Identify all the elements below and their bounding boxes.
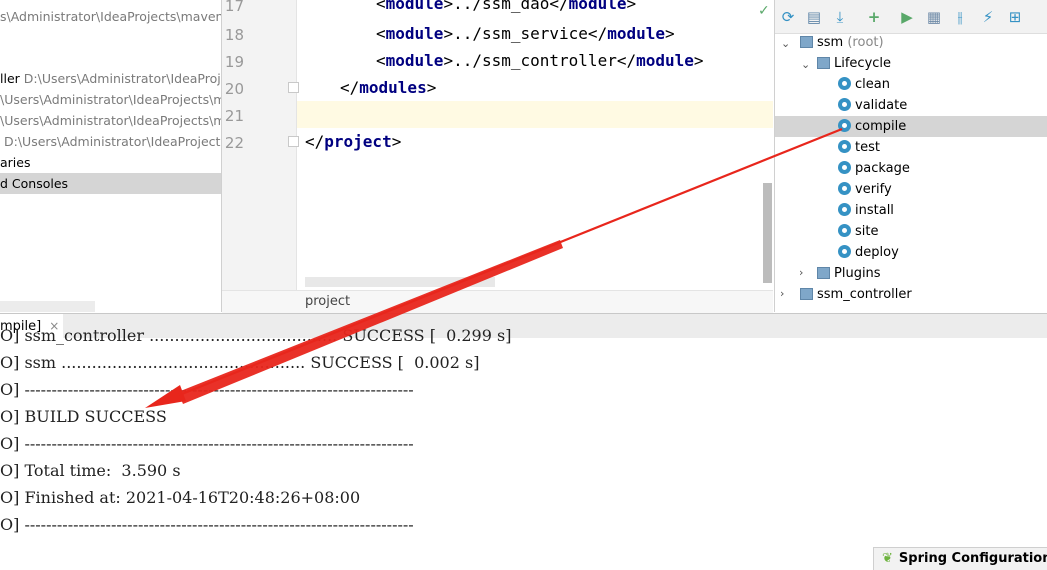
console-line: O] ssm .................................… (0, 353, 480, 372)
maven-tool-window: ⟳ ▤ ⤓ + ▶ ▦ ⫲ ⚡ ⊞ ⌄ ssm (root) ⌄ Lifecyc… (774, 0, 1047, 312)
console-line: O] -------------------------------------… (0, 515, 414, 534)
lifecycle-phase-compile[interactable]: compile (838, 116, 906, 137)
maven-module-icon (800, 288, 813, 300)
fold-marker-icon[interactable] (288, 136, 299, 147)
lifecycle-phase-site[interactable]: site (838, 221, 878, 242)
line-number: 22 (224, 134, 244, 152)
gear-icon (838, 245, 851, 258)
gear-icon (838, 161, 851, 174)
console-line: O] ssm_controller ......................… (0, 326, 512, 345)
code-line: <module>../ssm_dao</module> (376, 0, 637, 13)
project-tree-item-consoles[interactable]: d Consoles (0, 173, 221, 194)
project-pane-tab-strip (0, 301, 95, 312)
breadcrumb-item[interactable]: project (305, 294, 350, 309)
chevron-down-icon[interactable]: ⌄ (781, 37, 790, 50)
console-line: O] Total time: 3.590 s (0, 461, 181, 480)
run-icon[interactable]: ▶ (898, 8, 916, 26)
maven-module-node[interactable]: ssm_controller (800, 284, 912, 305)
gear-icon (838, 182, 851, 195)
dependencies-icon[interactable]: ⊞ (1006, 8, 1024, 26)
project-tree-item-libraries[interactable]: aries (0, 152, 30, 173)
generate-sources-icon[interactable]: ▤ (805, 8, 823, 26)
lifecycle-phase-package[interactable]: package (838, 158, 910, 179)
console-line: O] Finished at: 2021-04-16T20:48:26+08:0… (0, 488, 361, 507)
spring-configuration-notification[interactable]: ❦Spring Configuration C (873, 547, 1047, 570)
project-tree-item[interactable]: \Users\Administrator\IdeaProjects\mav (0, 89, 221, 110)
vertical-scrollbar[interactable] (763, 183, 772, 283)
maven-toolbar: ⟳ ▤ ⤓ + ▶ ▦ ⫲ ⚡ ⊞ (775, 0, 1047, 34)
lifecycle-phase-validate[interactable]: validate (838, 95, 907, 116)
console-line-build-success: O] BUILD SUCCESS (0, 407, 167, 426)
project-tree-item[interactable]: ller D:\Users\Administrator\IdeaProjec (0, 68, 221, 89)
code-line: </modules> (340, 78, 437, 97)
gear-icon (838, 98, 851, 111)
line-number: 19 (224, 53, 244, 71)
editor-gutter: 17 18 19 20 21 22 (222, 0, 299, 290)
gear-icon (838, 224, 851, 237)
spring-leaf-icon: ❦ (882, 551, 893, 566)
code-line: <module>../ssm_service</module> (376, 24, 675, 43)
gear-icon (838, 77, 851, 90)
maven-lifecycle-node[interactable]: Lifecycle (817, 53, 891, 74)
add-icon[interactable]: + (865, 8, 883, 26)
horizontal-scrollbar[interactable] (305, 277, 495, 287)
lifecycle-phase-test[interactable]: test (838, 137, 880, 158)
project-tree-item[interactable]: D:\Users\Administrator\IdeaProjects\ (4, 131, 221, 152)
current-line-highlight (297, 101, 773, 128)
maven-module-icon (800, 36, 813, 48)
line-number: 17 (224, 0, 244, 15)
project-tree-pane: s\Administrator\IdeaProjects\maven_a lle… (0, 0, 222, 312)
chevron-right-icon[interactable]: › (799, 266, 803, 279)
folder-icon (817, 57, 830, 69)
gear-icon (838, 140, 851, 153)
download-icon[interactable]: ⤓ (831, 8, 849, 26)
project-tree-item[interactable]: s\Administrator\IdeaProjects\maven_a (0, 6, 221, 27)
skip-tests-icon[interactable]: ⚡ (979, 8, 997, 26)
toggle-offline-icon[interactable]: ⫲ (951, 8, 969, 26)
maven-project-root[interactable]: ssm (root) (800, 32, 884, 53)
lifecycle-phase-verify[interactable]: verify (838, 179, 892, 200)
line-number: 20 (224, 80, 244, 98)
maven-plugins-node[interactable]: Plugins (817, 263, 881, 284)
execute-goal-icon[interactable]: ▦ (925, 8, 943, 26)
code-editor[interactable]: 17 18 19 20 21 22 <module>../ssm_dao</mo… (222, 0, 773, 313)
line-number: 18 (224, 26, 244, 44)
folder-icon (817, 267, 830, 279)
code-line: </project> (305, 132, 402, 151)
chevron-right-icon[interactable]: › (780, 287, 784, 300)
project-tree-item[interactable]: \Users\Administrator\IdeaProjects\ma (0, 110, 221, 131)
run-console-output[interactable]: O] ssm_controller ......................… (0, 326, 1047, 569)
selected-row-highlight (775, 116, 1047, 137)
fold-marker-icon[interactable] (288, 82, 299, 93)
breadcrumb: project (222, 290, 773, 313)
lifecycle-phase-clean[interactable]: clean (838, 74, 890, 95)
console-line: O] -------------------------------------… (0, 434, 414, 453)
reload-icon[interactable]: ⟳ (779, 8, 797, 26)
console-line: O] -------------------------------------… (0, 380, 414, 399)
chevron-down-icon[interactable]: ⌄ (801, 58, 810, 71)
gear-icon (838, 119, 851, 132)
gear-icon (838, 203, 851, 216)
code-line: <module>../ssm_controller</module> (376, 51, 704, 70)
line-number: 21 (224, 107, 244, 125)
inspection-ok-icon[interactable]: ✓ (758, 3, 770, 19)
lifecycle-phase-install[interactable]: install (838, 200, 894, 221)
lifecycle-phase-deploy[interactable]: deploy (838, 242, 899, 263)
